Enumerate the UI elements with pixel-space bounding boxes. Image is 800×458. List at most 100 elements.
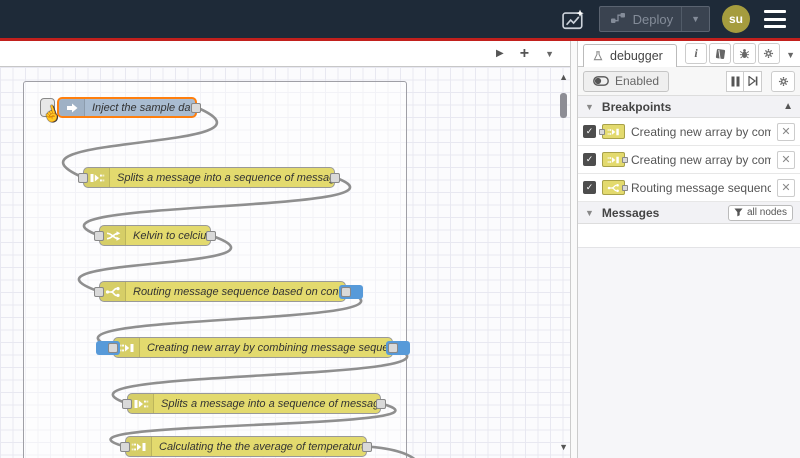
join-node[interactable]: Creating new array by combining message … xyxy=(96,337,410,358)
app-header: Deploy ▼ su xyxy=(0,0,800,38)
messages-section-header[interactable]: ▼ Messages all nodes xyxy=(578,202,800,224)
gear-icon xyxy=(764,48,774,59)
split-node-icon xyxy=(134,399,148,408)
debugger-enabled-toggle[interactable]: Enabled xyxy=(583,70,670,92)
breakpoint-checkbox[interactable]: ✓ xyxy=(583,181,596,194)
input-port[interactable] xyxy=(94,230,104,241)
pause-button[interactable] xyxy=(726,70,744,92)
mini-port xyxy=(622,184,628,191)
output-port[interactable] xyxy=(341,286,351,297)
breakpoint-row: ✓ Routing message sequence based on condi… xyxy=(578,174,800,202)
mini-port xyxy=(599,128,605,135)
switch-node-icon xyxy=(607,183,619,192)
node-label: Routing message sequence based on condit… xyxy=(133,285,345,298)
info-icon: i xyxy=(694,46,698,60)
tab-scroll-right-icon[interactable]: ▶ xyxy=(496,48,504,59)
flow-list-caret[interactable]: ▼ xyxy=(545,49,554,59)
remove-breakpoint-button[interactable]: ✕ xyxy=(777,150,795,169)
messages-empty-area xyxy=(578,248,800,458)
flow-tabbar: ▶ + ▼ xyxy=(0,41,570,67)
wire[interactable] xyxy=(366,445,432,458)
user-avatar[interactable]: su xyxy=(722,5,750,33)
node-label: Splits a message into a sequence of mess… xyxy=(117,171,334,184)
filter-funnel-icon xyxy=(734,208,743,217)
sidebar-tabbar: debugger i ▼ xyxy=(578,41,800,67)
output-port[interactable] xyxy=(362,441,372,452)
toggle-icon xyxy=(593,76,609,86)
filter-label: all nodes xyxy=(746,207,787,218)
remove-breakpoint-button[interactable]: ✕ xyxy=(777,122,795,141)
pause-icon xyxy=(731,76,739,86)
tab-info[interactable]: i xyxy=(684,43,708,64)
join-node-icon xyxy=(607,128,619,135)
step-icon xyxy=(747,76,757,86)
output-port[interactable] xyxy=(388,342,398,353)
chevron-down-icon: ▼ xyxy=(585,207,594,218)
change-node[interactable]: Kelvin to celcius xyxy=(94,225,216,246)
join-mini-node-icon xyxy=(602,152,628,167)
list-scroll-up-arrow[interactable]: ▲ xyxy=(783,101,793,112)
join-node[interactable]: Calculating the the average of temperatu… xyxy=(120,436,372,457)
inject-node-icon xyxy=(66,103,77,112)
input-port[interactable] xyxy=(94,286,104,297)
sidebar-splitter[interactable] xyxy=(570,41,578,458)
gear-icon xyxy=(778,76,788,86)
node-icon-region xyxy=(59,99,85,116)
join-node-icon xyxy=(131,442,145,451)
split-node[interactable]: Splits a message into a sequence of mess… xyxy=(122,393,386,414)
book-icon xyxy=(715,48,725,59)
switch-node[interactable]: Routing message sequence based on condit… xyxy=(94,281,363,302)
sidebar-tabs-caret[interactable]: ▼ xyxy=(786,50,795,60)
deploy-dropdown-caret[interactable]: ▼ xyxy=(681,7,709,31)
remove-breakpoint-button[interactable]: ✕ xyxy=(777,178,795,197)
scroll-down-arrow[interactable]: ▼ xyxy=(559,442,568,452)
inject-node[interactable]: ☝ Inject the sample data xyxy=(40,97,201,125)
flow-canvas: ☝ Inject the sample data Splits a message … xyxy=(0,67,570,458)
debugger-toolbar: Enabled xyxy=(578,67,800,96)
scroll-up-arrow[interactable]: ▲ xyxy=(559,72,568,82)
tab-debugger[interactable]: debugger xyxy=(583,44,677,67)
ai-flow-icon[interactable] xyxy=(559,5,587,33)
join-node-icon xyxy=(607,156,619,163)
input-port[interactable] xyxy=(122,398,132,409)
switch-node-icon xyxy=(105,286,120,297)
output-port[interactable] xyxy=(191,102,201,113)
breakpoint-label: Creating new array by combining message … xyxy=(631,152,771,167)
node-label: Kelvin to celcius xyxy=(133,229,210,242)
breakpoints-list: ✓ Creating new array by combining message… xyxy=(578,118,800,202)
deploy-button[interactable]: Deploy ▼ xyxy=(598,6,710,32)
tab-config-nodes[interactable] xyxy=(757,43,781,64)
flask-icon xyxy=(593,51,603,61)
tab-debug-messages[interactable] xyxy=(733,43,756,64)
chevron-down-icon: ▼ xyxy=(585,101,594,112)
breakpoint-label: Creating new array by combining message … xyxy=(631,124,771,139)
input-port[interactable] xyxy=(108,342,118,353)
breakpoint-checkbox[interactable]: ✓ xyxy=(583,125,596,138)
output-port[interactable] xyxy=(376,398,386,409)
breakpoints-section-header[interactable]: ▼ Breakpoints ▲ xyxy=(578,96,800,118)
deploy-label: Deploy xyxy=(632,11,674,27)
tab-help[interactable] xyxy=(709,43,732,64)
input-port[interactable] xyxy=(120,441,130,452)
output-port[interactable] xyxy=(206,230,216,241)
main-menu-button[interactable] xyxy=(762,8,788,30)
input-port[interactable] xyxy=(78,172,88,183)
split-node-icon xyxy=(90,173,104,182)
breakpoint-row: ✓ Creating new array by combining message… xyxy=(578,146,800,174)
breakpoint-checkbox[interactable]: ✓ xyxy=(583,153,596,166)
breakpoint-label: Routing message sequence based on condit… xyxy=(631,180,771,195)
messages-empty-row xyxy=(578,224,800,248)
canvas-scrollbar: ▲ ▼ xyxy=(557,67,569,458)
tab-debugger-label: debugger xyxy=(610,49,663,63)
node-label: Inject the sample data xyxy=(92,101,195,114)
step-button[interactable] xyxy=(744,70,762,92)
mini-port xyxy=(622,156,628,163)
debugger-settings-button[interactable] xyxy=(771,70,795,92)
split-node[interactable]: Splits a message into a sequence of mess… xyxy=(78,167,340,188)
output-port[interactable] xyxy=(330,172,340,183)
message-filter-button[interactable]: all nodes xyxy=(727,204,793,221)
breakpoints-title: Breakpoints xyxy=(601,99,672,114)
scrollbar-thumb[interactable] xyxy=(560,93,567,118)
add-flow-button[interactable]: + xyxy=(520,45,529,63)
messages-title: Messages xyxy=(601,205,660,220)
